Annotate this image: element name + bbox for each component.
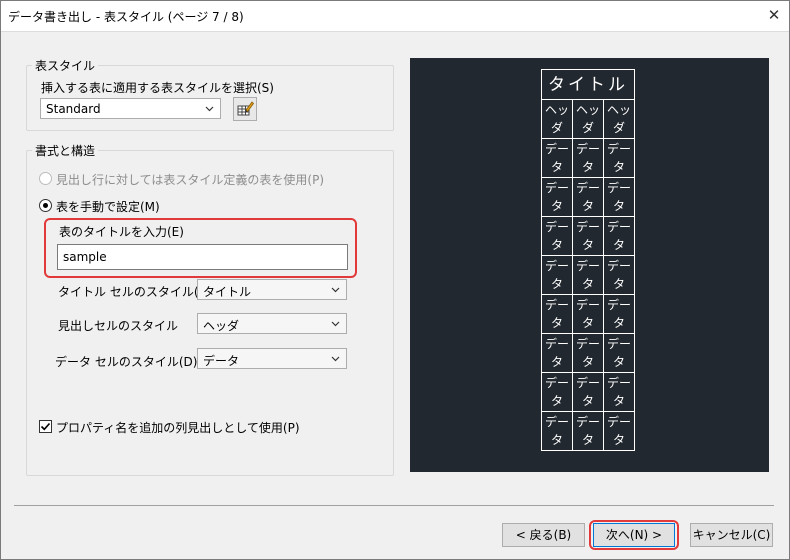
preview-header-row: ヘッダヘッダヘッダ bbox=[541, 99, 635, 139]
table-style-select-label: 挿入する表に適用する表スタイルを選択(S) bbox=[41, 81, 274, 95]
table-style-edit-icon bbox=[237, 101, 255, 116]
data-cell-style-value: データ bbox=[203, 354, 240, 368]
preview-data-cell: データ bbox=[572, 255, 604, 295]
preview-data-cell: データ bbox=[572, 294, 604, 334]
preview-data-row: データデータデータ bbox=[541, 333, 635, 373]
preview-data-row: データデータデータ bbox=[541, 216, 635, 256]
preview-data-cell: データ bbox=[572, 177, 604, 217]
preview-data-row: データデータデータ bbox=[541, 177, 635, 217]
preview-data-cell: データ bbox=[541, 411, 573, 451]
back-button[interactable]: < 戻る(B) bbox=[502, 523, 585, 547]
property-name-checkbox-label: プロパティ名を追加の列見出しとして使用(P) bbox=[56, 421, 300, 435]
preview-data-cell: データ bbox=[541, 255, 573, 295]
preview-data-cell: データ bbox=[541, 177, 573, 217]
preview-header-cell: ヘッダ bbox=[541, 99, 573, 139]
preview-data-cell: データ bbox=[572, 216, 604, 256]
radio-manual-setting-label: 表を手動で設定(M) bbox=[56, 200, 160, 214]
format-structure-group-label: 書式と構造 bbox=[32, 142, 99, 159]
preview-data-cell: データ bbox=[603, 177, 635, 217]
preview-title-cell: タイトル bbox=[541, 69, 635, 100]
preview-data-cell: データ bbox=[603, 411, 635, 451]
header-cell-style-label: 見出しセルのスタイル bbox=[58, 319, 179, 333]
chevron-down-icon bbox=[331, 287, 340, 293]
preview-title-row: タイトル bbox=[541, 69, 635, 100]
preview-data-cell: データ bbox=[572, 333, 604, 373]
property-name-checkbox[interactable] bbox=[39, 420, 52, 433]
preview-data-cell: データ bbox=[603, 372, 635, 412]
table-style-dropdown[interactable]: Standard bbox=[40, 98, 221, 119]
preview-data-cell: データ bbox=[541, 372, 573, 412]
title-cell-style-value: タイトル bbox=[203, 285, 252, 299]
header-cell-style-dropdown[interactable]: ヘッダ bbox=[197, 313, 347, 334]
title-input[interactable]: sample bbox=[57, 244, 348, 270]
footer-separator bbox=[14, 505, 774, 506]
radio-use-style-header-label: 見出し行に対しては表スタイル定義の表を使用(P) bbox=[56, 173, 325, 187]
preview-data-cell: データ bbox=[603, 255, 635, 295]
chevron-down-icon bbox=[331, 356, 340, 362]
preview-data-cell: データ bbox=[541, 138, 573, 178]
preview-data-row: データデータデータ bbox=[541, 255, 635, 295]
preview-data-cell: データ bbox=[603, 294, 635, 334]
title-cell-style-label: タイトル セルのスタイル(T) bbox=[58, 285, 211, 299]
preview-data-row: データデータデータ bbox=[541, 372, 635, 412]
radio-manual-setting[interactable] bbox=[39, 199, 52, 212]
radio-selected-dot bbox=[43, 203, 48, 208]
chevron-down-icon bbox=[205, 106, 214, 112]
preview-data-cell: データ bbox=[572, 372, 604, 412]
radio-use-style-header[interactable] bbox=[39, 172, 52, 185]
title-cell-style-dropdown[interactable]: タイトル bbox=[197, 279, 347, 300]
header-cell-style-value: ヘッダ bbox=[203, 319, 240, 333]
chevron-down-icon bbox=[331, 321, 340, 327]
cancel-button[interactable]: キャンセル(C) bbox=[690, 523, 773, 547]
close-icon: ✕ bbox=[767, 6, 781, 24]
window-title: データ書き出し - 表スタイル (ページ 7 / 8) bbox=[8, 10, 244, 24]
data-cell-style-label: データ セルのスタイル(D) bbox=[55, 355, 198, 369]
title-input-value: sample bbox=[63, 250, 107, 264]
title-input-label: 表のタイトルを入力(E) bbox=[59, 225, 184, 239]
preview-data-cell: データ bbox=[572, 411, 604, 451]
preview-data-cell: データ bbox=[541, 294, 573, 334]
next-button[interactable]: 次へ(N) > bbox=[593, 523, 675, 547]
preview-data-cell: データ bbox=[541, 216, 573, 256]
title-bar: データ書き出し - 表スタイル (ページ 7 / 8) ✕ bbox=[0, 0, 790, 32]
preview-data-cell: データ bbox=[541, 333, 573, 373]
close-button[interactable]: ✕ bbox=[758, 0, 790, 31]
preview-header-cell: ヘッダ bbox=[572, 99, 604, 139]
preview-data-cell: データ bbox=[603, 216, 635, 256]
preview-data-cell: データ bbox=[603, 333, 635, 373]
checkmark-icon bbox=[40, 422, 51, 431]
data-cell-style-dropdown[interactable]: データ bbox=[197, 348, 347, 369]
preview-data-row: データデータデータ bbox=[541, 138, 635, 178]
table-style-group-label: 表スタイル bbox=[32, 57, 99, 74]
preview-data-row: データデータデータ bbox=[541, 411, 635, 451]
table-preview: タイトル ヘッダヘッダヘッダデータデータデータデータデータデータデータデータデー… bbox=[410, 58, 769, 472]
preview-table: タイトル ヘッダヘッダヘッダデータデータデータデータデータデータデータデータデー… bbox=[541, 69, 635, 451]
preview-data-row: データデータデータ bbox=[541, 294, 635, 334]
table-style-dropdown-value: Standard bbox=[46, 102, 101, 116]
preview-data-cell: データ bbox=[572, 138, 604, 178]
table-style-edit-button[interactable] bbox=[233, 97, 257, 121]
preview-data-cell: データ bbox=[603, 138, 635, 178]
preview-header-cell: ヘッダ bbox=[603, 99, 635, 139]
